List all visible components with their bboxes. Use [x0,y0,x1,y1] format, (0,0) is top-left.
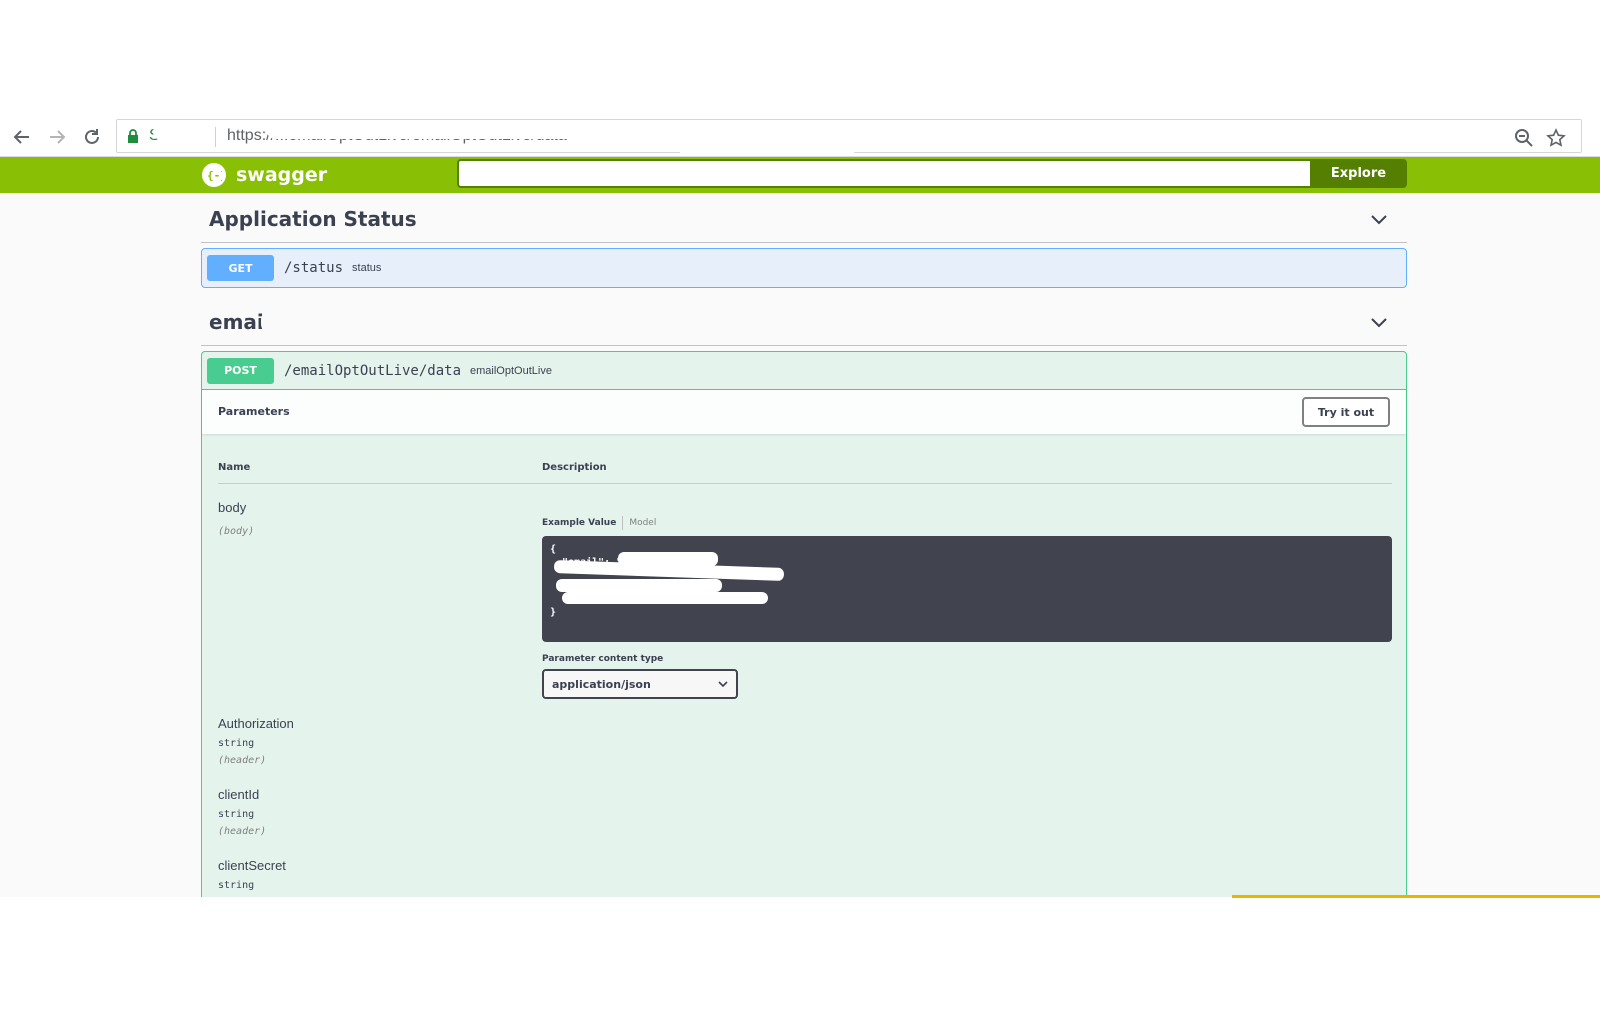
redaction-mark [556,579,722,592]
parameters-title: Parameters [218,405,290,418]
chevron-down-icon[interactable] [1369,209,1389,229]
param-in: (body) [218,526,255,537]
param-type: string [218,738,255,749]
operation-summary: emailOptOutLive [470,364,552,377]
example-model-tabs: Example Value Model [542,516,656,530]
param-in: (header) [218,826,267,837]
header-divider [218,483,1392,484]
redaction-mark [153,124,213,140]
method-badge: POST [207,357,274,384]
param-name: body [218,500,247,515]
tag-header-application-status[interactable]: Application Status [201,195,1407,243]
param-name: Authorization [218,716,294,731]
tab-model[interactable]: Model [629,518,656,528]
address-divider [215,127,216,147]
redaction-mark [677,134,857,156]
redaction-mark [261,310,371,334]
zoom-icon[interactable] [1513,127,1535,149]
tag-header-email[interactable]: email [201,298,1407,346]
chevron-down-icon[interactable] [1369,312,1389,332]
swagger-logo[interactable]: {-} swagger [202,161,327,189]
back-arrow-icon[interactable] [10,125,34,149]
swagger-main: Application Status GET /status status em… [0,193,1600,897]
lock-icon [127,129,139,148]
explore-button[interactable]: Explore [1310,159,1407,188]
opblock-post-email-opt-out: POST /emailOptOutLive/data emailOptOutLi… [201,351,1407,897]
svg-text:{-}: {-} [207,169,222,182]
param-type: string [218,809,255,820]
spec-url-input[interactable] [457,159,1310,188]
swagger-topbar: {-} swagger Explore [0,157,1600,193]
param-name: clientId [218,787,260,802]
address-bar[interactable]: S https://...emailOptOutLive/emailOptOut… [116,119,1582,156]
param-in: (header) [218,755,267,766]
tab-example-value[interactable]: Example Value [542,518,616,528]
tag-section-application-status: Application Status GET /status status [201,195,1407,288]
opblock-summary[interactable]: GET /status status [202,249,1406,287]
tag-title: Application Status [209,207,417,231]
reload-icon[interactable] [80,125,104,149]
opblock-summary[interactable]: POST /emailOptOutLive/data emailOptOutLi… [202,352,1406,390]
opblock-get-status: GET /status status [201,248,1407,288]
operation-summary: status [352,262,382,274]
browser-toolbar: S https://...emailOptOutLive/emailOptOut… [0,117,1600,157]
try-it-out-button[interactable]: Try it out [1302,397,1390,427]
column-header-name: Name [218,462,251,473]
param-type: string [218,880,255,891]
content-type-label: Parameter content type [542,654,664,664]
swagger-logo-text: swagger [236,164,328,186]
operation-path: /status [284,260,344,276]
notification-edge [1232,895,1600,898]
bookmark-star-icon[interactable] [1545,127,1567,149]
redaction-mark [267,123,1087,139]
parameters-header: Parameters Try it out [202,390,1406,434]
operation-path: /emailOptOutLive/data [284,362,462,379]
chevron-down-icon [718,681,728,688]
column-header-description: Description [542,462,607,473]
swagger-logo-icon: {-} [202,163,226,187]
tab-divider [622,516,624,530]
tag-section-email: email POST /emailOptOutLive/data emailOp… [201,298,1407,897]
parameters-table: Name Description body (body) Example Val… [202,434,1406,897]
param-name: clientSecret [218,858,286,873]
redaction-mark [562,592,768,604]
forward-arrow-icon[interactable] [45,125,69,149]
method-badge: GET [207,255,274,281]
content-type-value: application/json [552,678,651,691]
content-type-select[interactable]: application/json [542,669,738,699]
